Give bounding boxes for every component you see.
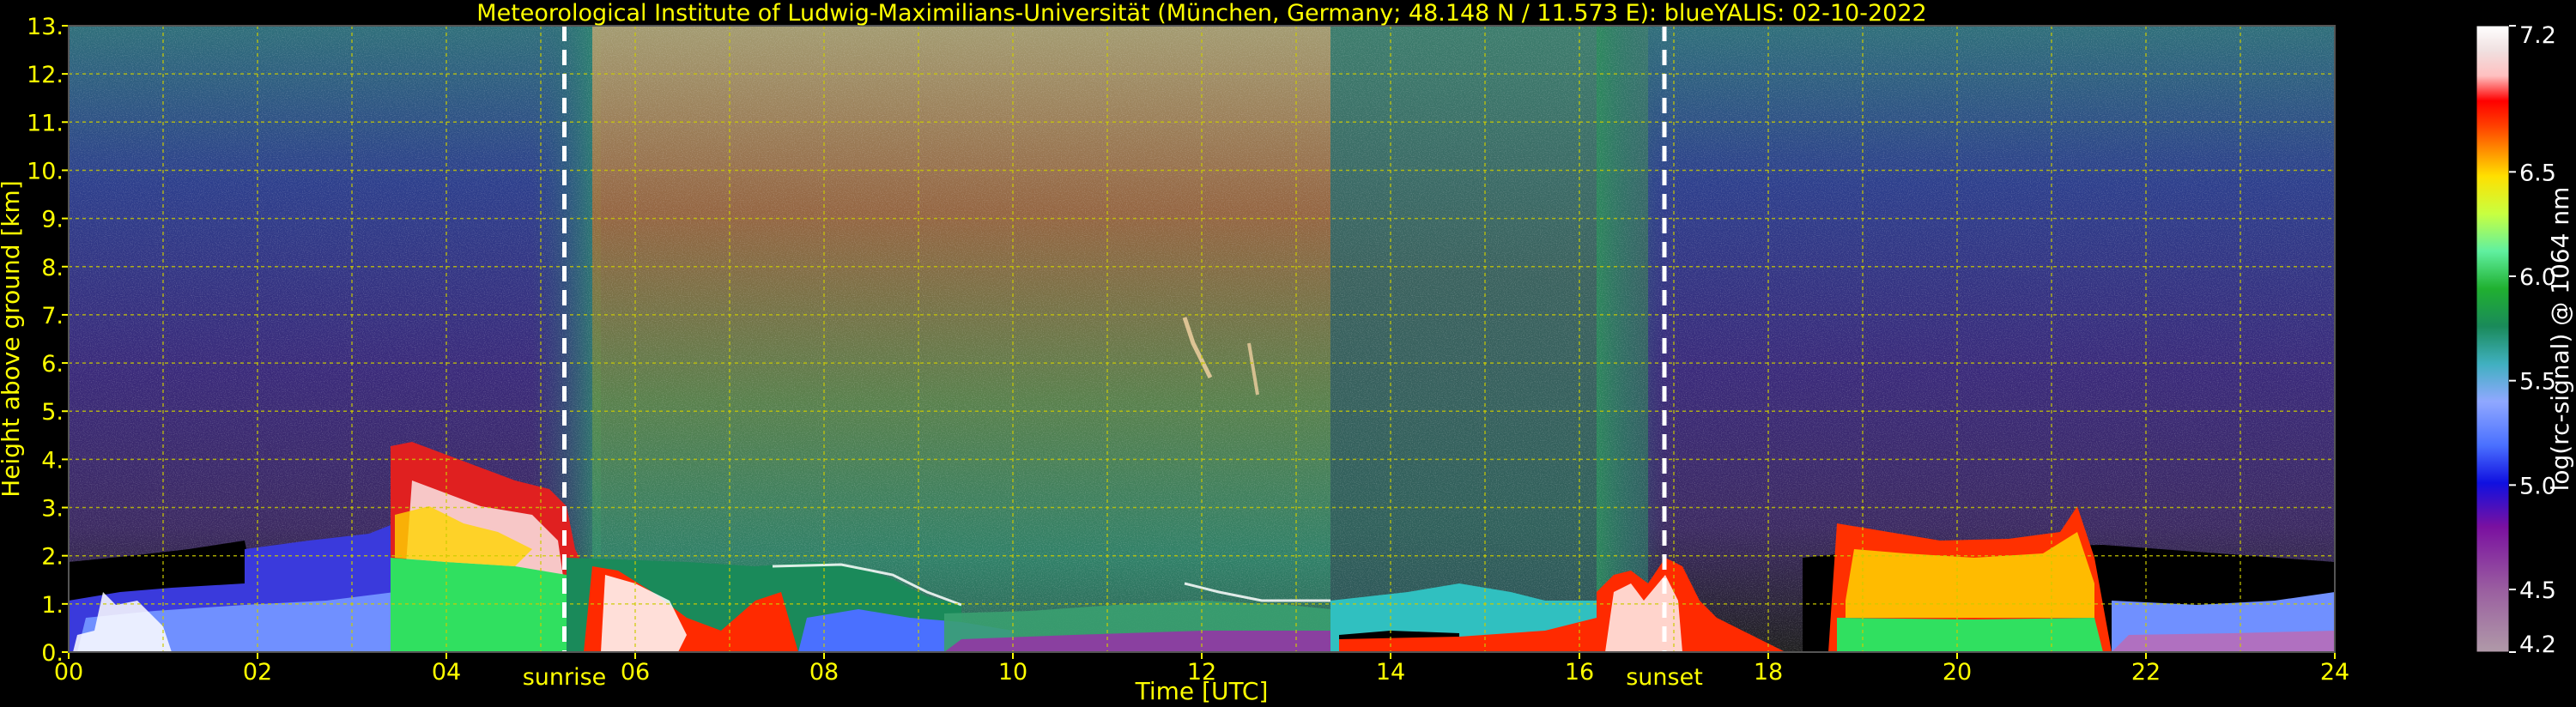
colorbar-tick-label: 4.2 — [2519, 631, 2556, 658]
sunset-label: sunset — [1626, 664, 1703, 691]
lidar-chart: 00 02 04 06 08 10 12 14 16 18 20 22 240.1.2.3.4.5.6.… — [0, 0, 2574, 705]
x-tick-label: 02 — [243, 659, 272, 686]
y-tick-label: 9. — [41, 207, 64, 233]
plot-area — [69, 26, 2335, 652]
x-tick-label: 22 — [2131, 659, 2161, 686]
x-tick-label: 20 — [1943, 659, 1972, 686]
y-axis-label: Height above ground [km] — [0, 180, 25, 498]
colorbar-tick-label: 6.5 — [2519, 160, 2556, 186]
y-tick-label: 3. — [41, 496, 64, 523]
y-tick-label: 4. — [41, 447, 64, 474]
y-tick-label: 2. — [41, 544, 64, 571]
y-tick-label: 6. — [41, 351, 64, 378]
y-tick-label: 12. — [27, 62, 64, 88]
chart-title: Meteorological Institute of Ludwig-Maxim… — [476, 0, 1926, 27]
x-axis-label: Time [UTC] — [1135, 677, 1269, 705]
evening-residual-green — [1837, 618, 2103, 652]
colorbar: 4.24.55.05.56.06.57.2 log(rc-signal) @ 1… — [2476, 22, 2574, 658]
y-tick-label: 1. — [41, 592, 64, 619]
colorbar-label: log(rc-signal) @ 1064 nm — [2546, 187, 2574, 492]
y-tick-label: 8. — [41, 255, 64, 281]
colorbar-tick-label: 7.2 — [2519, 22, 2556, 49]
y-tick-label: 13. — [27, 14, 64, 40]
x-tick-label: 10 — [998, 659, 1027, 686]
y-tick-label: 7. — [41, 303, 64, 329]
y-tick-label: 5. — [41, 399, 64, 426]
x-tick-label: 04 — [432, 659, 461, 686]
x-tick-label: 24 — [2320, 659, 2349, 686]
colorbar-tick-label: 4.5 — [2519, 577, 2556, 604]
sunrise-label: sunrise — [523, 664, 607, 691]
x-tick-label: 08 — [809, 659, 839, 686]
y-tick-label: 10. — [27, 158, 64, 184]
y-tick-label: 11. — [27, 110, 64, 136]
y-tick-label: 0. — [41, 640, 64, 667]
x-tick-label: 18 — [1754, 659, 1783, 686]
x-tick-label: 06 — [621, 659, 650, 686]
x-tick-label: 14 — [1376, 659, 1405, 686]
x-tick-label: 16 — [1565, 659, 1594, 686]
colorbar-scale — [2476, 25, 2510, 653]
